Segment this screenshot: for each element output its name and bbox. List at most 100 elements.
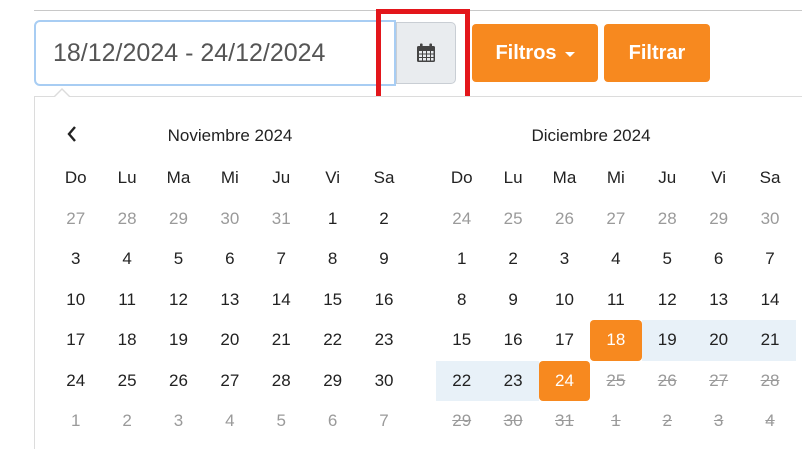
calendar-left: Noviembre 2024 Do Lu Ma Mi Ju Vi Sa 27 28 29 30 31 1… bbox=[50, 116, 410, 442]
calendar-day[interactable]: 28 bbox=[256, 361, 307, 402]
calendar-day[interactable]: 5 bbox=[642, 239, 693, 280]
calendar-button[interactable] bbox=[396, 22, 456, 84]
calendar-day[interactable]: 7 bbox=[744, 239, 795, 280]
calendar-day[interactable]: 12 bbox=[642, 280, 693, 321]
calendar-day[interactable]: 11 bbox=[101, 280, 152, 321]
filtrar-button[interactable]: Filtrar bbox=[604, 24, 710, 82]
calendar-day[interactable]: 18 bbox=[590, 320, 642, 361]
weekday-label: Mi bbox=[606, 168, 625, 188]
calendar-day[interactable]: 21 bbox=[256, 320, 307, 361]
calendar-day[interactable]: 11 bbox=[590, 280, 641, 321]
calendar-day[interactable]: 24 bbox=[436, 199, 487, 240]
calendar-day[interactable]: 7 bbox=[358, 401, 409, 442]
calendar-week: 3456789 bbox=[50, 239, 410, 280]
calendar-day[interactable]: 13 bbox=[693, 280, 744, 321]
filtros-dropdown-button[interactable]: Filtros bbox=[472, 24, 598, 82]
calendar-day[interactable]: 19 bbox=[641, 320, 693, 361]
weekday-label: Ju bbox=[658, 168, 677, 188]
calendar-day[interactable]: 2 bbox=[101, 401, 152, 442]
calendar-day[interactable]: 4 bbox=[101, 239, 152, 280]
calendar-day[interactable]: 13 bbox=[204, 280, 255, 321]
calendar-day[interactable]: 6 bbox=[204, 239, 255, 280]
calendar-day: 29 bbox=[452, 411, 472, 431]
calendar-grid: Do Lu Ma Mi Ju Vi Sa 27 28 29 30 31 1 2 3 4 5 6 7 8 9 10 11 12 1… bbox=[50, 158, 410, 442]
calendar-day[interactable]: 25 bbox=[487, 199, 538, 240]
calendar-day[interactable]: 4 bbox=[204, 401, 255, 442]
calendar-day: 2 bbox=[662, 411, 672, 431]
calendar-day[interactable]: 1 bbox=[307, 199, 358, 240]
calendar-day: 25 bbox=[606, 370, 626, 390]
calendar-day[interactable]: 3 bbox=[50, 239, 101, 280]
calendar-day[interactable]: 21 bbox=[744, 320, 796, 361]
calendar-day[interactable]: 15 bbox=[307, 280, 358, 321]
calendar-day[interactable]: 30 bbox=[744, 199, 795, 240]
calendar-day[interactable]: 30 bbox=[358, 361, 409, 402]
calendar-day[interactable]: 4 bbox=[590, 239, 641, 280]
calendar-day[interactable]: 22 bbox=[436, 360, 488, 401]
caret-down-icon bbox=[564, 51, 575, 57]
calendar-day[interactable]: 26 bbox=[539, 199, 590, 240]
calendar-day[interactable]: 14 bbox=[744, 280, 795, 321]
calendar-day[interactable]: 2 bbox=[358, 199, 409, 240]
weekday-label: Ma bbox=[166, 168, 191, 188]
calendar-week: 1234567 bbox=[50, 401, 410, 442]
calendar-day[interactable]: 24 bbox=[50, 361, 101, 402]
calendar-day[interactable]: 5 bbox=[256, 401, 307, 442]
calendar-day[interactable]: 27 bbox=[590, 199, 641, 240]
calendar-day[interactable]: 10 bbox=[539, 280, 590, 321]
calendar-day[interactable]: 16 bbox=[358, 280, 409, 321]
calendar-day[interactable]: 10 bbox=[50, 280, 101, 321]
calendar-day[interactable]: 5 bbox=[153, 239, 204, 280]
calendar-day[interactable]: 26 bbox=[153, 361, 204, 402]
calendar-day[interactable]: 15 bbox=[436, 320, 487, 361]
calendar-day[interactable]: 30 bbox=[204, 199, 255, 240]
calendar-day[interactable]: 12 bbox=[153, 280, 204, 321]
calendar-day: 28 bbox=[760, 370, 780, 390]
calendar-day[interactable]: 1 bbox=[436, 239, 487, 280]
top-divider bbox=[34, 10, 802, 11]
calendar-day[interactable]: 23 bbox=[487, 360, 539, 401]
calendar-day[interactable]: 20 bbox=[204, 320, 255, 361]
popup-pointer-inner bbox=[55, 90, 69, 97]
calendar-day[interactable]: 20 bbox=[692, 320, 745, 361]
calendar-week: 15 16 17 18 19 20 21 bbox=[436, 320, 796, 361]
calendar-day[interactable]: 28 bbox=[101, 199, 152, 240]
calendar-week: 17 18 19 20 21 22 23 bbox=[50, 320, 410, 361]
calendar-right: Diciembre 2024 Do Lu Ma Mi Ju Vi Sa 24 25 26 27 28 2… bbox=[436, 116, 802, 442]
calendar-day[interactable]: 29 bbox=[153, 199, 204, 240]
calendar-day[interactable]: 2 bbox=[487, 239, 538, 280]
calendar-day[interactable]: 14 bbox=[256, 280, 307, 321]
calendar-day[interactable]: 24 bbox=[538, 360, 591, 401]
calendar-day[interactable]: 3 bbox=[153, 401, 204, 442]
calendar-day[interactable]: 9 bbox=[487, 280, 538, 321]
calendar-day[interactable]: 16 bbox=[487, 320, 538, 361]
calendar-day[interactable]: 28 bbox=[642, 199, 693, 240]
calendar-day[interactable]: 3 bbox=[539, 239, 590, 280]
weekday-header: Do Lu Ma Mi Ju Vi Sa bbox=[50, 158, 410, 199]
calendar-day[interactable]: 1 bbox=[50, 401, 101, 442]
calendar-icon bbox=[417, 43, 435, 62]
weekday-label: Ju bbox=[272, 168, 291, 188]
calendar-day[interactable]: 17 bbox=[539, 320, 590, 361]
calendar-week: 27 28 29 30 31 1 2 bbox=[50, 199, 410, 240]
calendar-day[interactable]: 6 bbox=[693, 239, 744, 280]
calendar-day[interactable]: 22 bbox=[307, 320, 358, 361]
calendar-day[interactable]: 27 bbox=[204, 361, 255, 402]
date-range-input[interactable] bbox=[34, 20, 396, 86]
calendar-day[interactable]: 9 bbox=[358, 239, 409, 280]
calendar-day[interactable]: 31 bbox=[256, 199, 307, 240]
calendar-day[interactable]: 19 bbox=[153, 320, 204, 361]
calendar-day[interactable]: 23 bbox=[358, 320, 409, 361]
calendar-day[interactable]: 8 bbox=[307, 239, 358, 280]
calendar-day[interactable]: 27 bbox=[50, 199, 101, 240]
calendar-day[interactable]: 6 bbox=[307, 401, 358, 442]
calendar-day[interactable]: 7 bbox=[256, 239, 307, 280]
calendar-day[interactable]: 25 bbox=[101, 361, 152, 402]
calendar-day[interactable]: 29 bbox=[693, 199, 744, 240]
calendar-day[interactable]: 8 bbox=[436, 280, 487, 321]
calendar-day[interactable]: 18 bbox=[101, 320, 152, 361]
calendar-day[interactable]: 17 bbox=[50, 320, 101, 361]
calendar-week: 1234567 bbox=[436, 239, 796, 280]
month-title: Noviembre 2024 bbox=[167, 126, 293, 145]
calendar-day[interactable]: 29 bbox=[307, 361, 358, 402]
